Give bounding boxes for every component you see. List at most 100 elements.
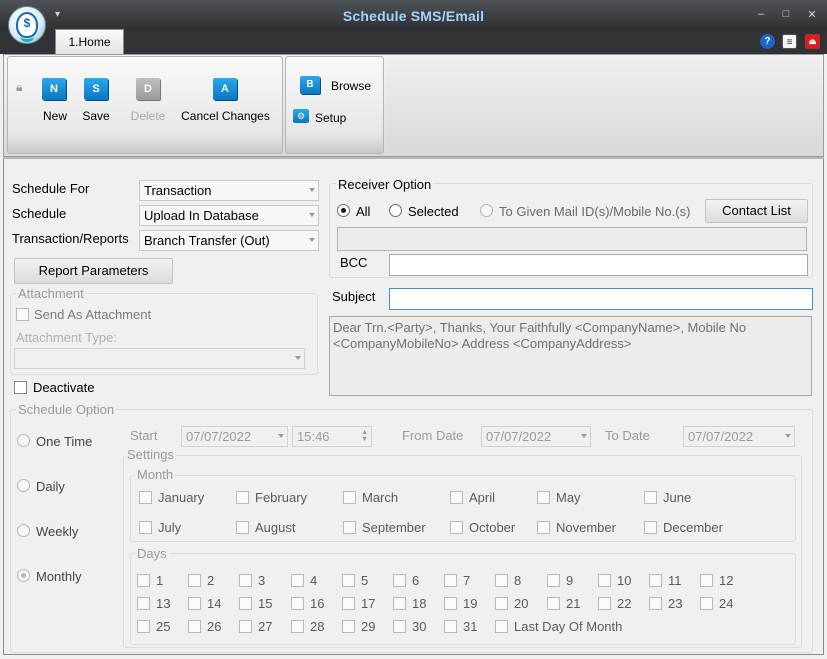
month-checkbox-june[interactable] <box>644 491 657 504</box>
help-icon[interactable]: ? <box>760 34 775 49</box>
day-checkbox[interactable] <box>137 620 150 633</box>
attachment-type-select[interactable] <box>14 348 305 369</box>
day-checkbox[interactable] <box>188 597 201 610</box>
receiver-selected-radio[interactable] <box>389 204 402 217</box>
month-checkbox-january[interactable] <box>139 491 152 504</box>
day-checkbox[interactable] <box>291 620 304 633</box>
day-checkbox[interactable] <box>137 597 150 610</box>
start-date-picker[interactable]: 07/07/2022 <box>181 426 288 447</box>
subject-label: Subject <box>332 289 376 304</box>
day-label: 26 <box>207 619 222 634</box>
notepad-icon[interactable]: ≡ <box>782 34 797 49</box>
minimize-button[interactable]: – <box>752 8 770 20</box>
day-checkbox[interactable] <box>188 620 201 633</box>
day-checkbox[interactable] <box>495 574 508 587</box>
from-date-picker[interactable]: 07/07/2022 <box>481 426 591 447</box>
schedule-for-select[interactable]: Transaction <box>139 180 319 201</box>
day-checkbox[interactable] <box>342 597 355 610</box>
delete-label: Delete <box>130 109 166 123</box>
to-date-label: To Date <box>605 428 650 443</box>
message-body-field[interactable]: Dear Trn.<Party>, Thanks, Your Faithfull… <box>329 316 812 396</box>
day-checkbox[interactable] <box>649 597 662 610</box>
schedule-option-title: Schedule Option <box>16 402 117 417</box>
attachment-type-label: Attachment Type: <box>16 330 117 345</box>
day-checkbox[interactable] <box>393 597 406 610</box>
month-checkbox-april[interactable] <box>450 491 463 504</box>
close-button[interactable]: ✕ <box>803 8 821 21</box>
exit-icon[interactable]: ⏏ <box>805 34 820 49</box>
weekly-radio[interactable] <box>17 524 30 537</box>
day-checkbox[interactable] <box>393 574 406 587</box>
app-logo-icon[interactable]: $ <box>8 6 46 44</box>
day-checkbox[interactable] <box>444 597 457 610</box>
report-parameters-button[interactable]: Report Parameters <box>14 258 173 284</box>
maximize-button[interactable]: □ <box>777 8 795 20</box>
month-checkbox-february[interactable] <box>236 491 249 504</box>
day-checkbox[interactable] <box>444 574 457 587</box>
receiver-given-radio[interactable] <box>480 204 493 217</box>
last-day-of-month-checkbox[interactable] <box>495 620 508 633</box>
day-checkbox[interactable] <box>547 574 560 587</box>
monthly-radio[interactable] <box>17 569 30 582</box>
start-date-value: 07/07/2022 <box>186 429 252 444</box>
deactivate-checkbox[interactable] <box>14 381 27 394</box>
schedule-for-value: Transaction <box>144 183 212 198</box>
transaction-reports-select[interactable]: Branch Transfer (Out) <box>139 230 319 251</box>
day-checkbox[interactable] <box>342 574 355 587</box>
last-day-of-month-label: Last Day Of Month <box>514 619 623 634</box>
schedule-select[interactable]: Upload In Database <box>139 205 319 226</box>
month-checkbox-december[interactable] <box>644 521 657 534</box>
day-checkbox[interactable] <box>649 574 662 587</box>
cancel-changes-button[interactable]: A Cancel Changes <box>178 76 273 124</box>
day-checkbox[interactable] <box>239 620 252 633</box>
send-as-attachment-checkbox[interactable] <box>16 308 29 321</box>
day-checkbox[interactable] <box>239 597 252 610</box>
new-button[interactable]: N New <box>36 76 74 124</box>
quick-access-menu[interactable]: ▾ <box>55 9 60 20</box>
save-button[interactable]: S Save <box>77 76 115 124</box>
tab-home[interactable]: 1.Home <box>55 29 124 54</box>
day-checkbox[interactable] <box>495 597 508 610</box>
receiver-all-radio[interactable] <box>337 204 350 217</box>
start-time-spinner[interactable]: 15:46 ▲ ▼ <box>292 426 372 447</box>
chevron-down-icon <box>295 356 301 360</box>
day-label: 3 <box>258 573 266 588</box>
schedule-value: Upload In Database <box>144 208 259 223</box>
day-checkbox[interactable] <box>239 574 252 587</box>
contact-list-button[interactable]: Contact List <box>705 199 808 223</box>
month-checkbox-november[interactable] <box>537 521 550 534</box>
day-checkbox[interactable] <box>700 597 713 610</box>
day-checkbox[interactable] <box>188 574 201 587</box>
day-checkbox[interactable] <box>598 574 611 587</box>
day-label: 5 <box>361 573 369 588</box>
day-checkbox[interactable] <box>393 620 406 633</box>
month-checkbox-august[interactable] <box>236 521 249 534</box>
recipients-field[interactable] <box>337 227 807 251</box>
day-checkbox[interactable] <box>291 597 304 610</box>
transaction-reports-label: Transaction/Reports <box>12 231 129 246</box>
daily-radio[interactable] <box>17 479 30 492</box>
day-checkbox[interactable] <box>700 574 713 587</box>
month-checkbox-may[interactable] <box>537 491 550 504</box>
chevron-down-icon <box>309 213 315 217</box>
day-checkbox[interactable] <box>444 620 457 633</box>
setup-button[interactable]: ⚙ Setup <box>292 108 372 128</box>
bcc-field[interactable] <box>389 254 808 276</box>
one-time-radio[interactable] <box>17 434 30 447</box>
day-checkbox[interactable] <box>137 574 150 587</box>
day-checkbox[interactable] <box>342 620 355 633</box>
from-date-label: From Date <box>402 428 464 443</box>
day-label: 24 <box>719 596 734 611</box>
month-checkbox-july[interactable] <box>139 521 152 534</box>
browse-button[interactable]: B Browse <box>298 76 378 98</box>
day-checkbox[interactable] <box>598 597 611 610</box>
month-checkbox-september[interactable] <box>343 521 356 534</box>
day-checkbox[interactable] <box>291 574 304 587</box>
delete-button[interactable]: D Delete <box>127 76 169 124</box>
day-checkbox[interactable] <box>547 597 560 610</box>
month-label: April <box>469 490 496 505</box>
month-checkbox-october[interactable] <box>450 521 463 534</box>
month-checkbox-march[interactable] <box>343 491 356 504</box>
to-date-picker[interactable]: 07/07/2022 <box>683 426 795 447</box>
subject-field[interactable] <box>389 288 813 310</box>
